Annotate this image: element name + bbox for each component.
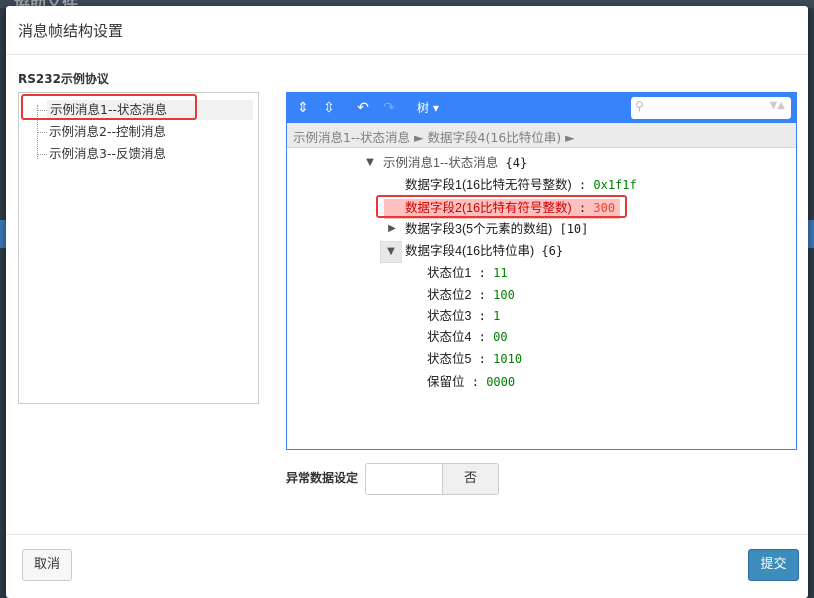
field-count: [10] (559, 222, 589, 236)
bit-key: 状态位3 (427, 309, 472, 323)
collapse-all-icon[interactable]: ⇳ (319, 98, 339, 118)
message-frame-modal: 消息帧结构设置 RS232示例协议 示例消息1--状态消息 示例消息2--控制消… (6, 6, 808, 598)
bit-key: 状态位1 (427, 266, 472, 280)
redo-icon[interactable]: ↷ (379, 98, 399, 118)
field-key: 数据字段4(16比特位串) (405, 244, 535, 258)
abnormal-toggle-button[interactable]: 否 (443, 464, 498, 494)
modal-header: 消息帧结构设置 (6, 6, 808, 55)
undo-icon[interactable]: ↶ (353, 98, 373, 118)
bit-sep: : (471, 288, 494, 302)
bit-key: 状态位5 (427, 352, 472, 366)
breadcrumb: 示例消息1--状态消息 ► 数据字段4(16比特位串) ► (287, 123, 796, 148)
modal-title: 消息帧结构设置 (18, 22, 124, 40)
background-nav-strip-right (808, 220, 814, 248)
expand-field-3-icon[interactable]: ▶ (383, 220, 401, 238)
bit-row-6[interactable]: 保留位 : 0000 (427, 372, 515, 392)
root-key: 示例消息1--状态消息 (383, 156, 499, 170)
bit-sep: : (471, 309, 494, 323)
field-row-1[interactable]: 数据字段1(16比特无符号整数) : 0x1f1f (405, 175, 637, 195)
message-tree-item-3[interactable]: 示例消息3--反馈消息 (49, 144, 166, 164)
bit-sep: : (464, 375, 487, 389)
collapse-root-icon[interactable]: ▼ (361, 154, 379, 172)
bit-value: 1010 (493, 352, 523, 366)
field-row-3[interactable]: 数据字段3(5个元素的数组) [10] (405, 219, 588, 239)
abnormal-data-label: 异常数据设定 (286, 471, 359, 485)
root-node[interactable]: 示例消息1--状态消息 {4} (383, 153, 527, 173)
bit-value: 100 (493, 288, 515, 302)
search-icon: ⚲ (635, 99, 644, 113)
bit-value: 0000 (486, 375, 516, 389)
search-nav-arrows-icon[interactable]: ▼▲ (770, 100, 785, 111)
tree-connector (37, 132, 47, 133)
bit-row-3[interactable]: 状态位3 : 1 (427, 306, 500, 326)
editor-toolbar: ⇕ ⇳ ↶ ↷ 树 ▾ ⚲ ▼▲ (287, 93, 796, 123)
bit-value: 1 (493, 309, 501, 323)
bit-row-2[interactable]: 状态位2 : 100 (427, 285, 515, 305)
root-count: {4} (505, 156, 528, 170)
field-row-4[interactable]: 数据字段4(16比特位串) {6} (405, 241, 563, 261)
field-sep: : (571, 178, 594, 192)
tree-connector (37, 154, 47, 155)
cancel-button[interactable]: 取消 (22, 549, 72, 581)
message-tree-item-2[interactable]: 示例消息2--控制消息 (49, 122, 166, 142)
abnormal-data-group: 否 (365, 463, 499, 495)
abnormal-data-input[interactable] (366, 464, 443, 494)
breadcrumb-path[interactable]: 示例消息1--状态消息 ► 数据字段4(16比特位串) ► (293, 127, 575, 146)
field-key: 数据字段1(16比特无符号整数) (405, 178, 572, 192)
bit-sep: : (471, 352, 494, 366)
mode-dropdown[interactable]: 树 ▾ (417, 99, 439, 116)
bit-sep: : (471, 330, 494, 344)
bit-row-1[interactable]: 状态位1 : 11 (427, 263, 508, 283)
annotation-highlight-box (376, 195, 627, 218)
bit-value: 11 (493, 266, 508, 280)
bit-key: 保留位 (427, 375, 465, 389)
field-count: {6} (541, 244, 564, 258)
expand-all-icon[interactable]: ⇕ (293, 98, 313, 118)
submit-button[interactable]: 提交 (748, 549, 799, 581)
bit-sep: : (471, 266, 494, 280)
bit-row-4[interactable]: 状态位4 : 00 (427, 327, 508, 347)
json-tree-editor: ⇕ ⇳ ↶ ↷ 树 ▾ ⚲ ▼▲ 示例消息1--状态消息 ► 数据字段4(16比… (286, 92, 797, 450)
protocol-title: RS232示例协议 (18, 72, 109, 86)
message-tree-panel: 示例消息1--状态消息 示例消息2--控制消息 示例消息3--反馈消息 (18, 92, 259, 404)
bit-key: 状态位4 (427, 330, 472, 344)
modal-footer-divider (6, 534, 808, 535)
search-input[interactable]: ⚲ ▼▲ (631, 97, 791, 119)
bit-key: 状态位2 (427, 288, 472, 302)
collapse-field-4-icon[interactable]: ▼ (380, 241, 402, 263)
field-value: 0x1f1f (593, 178, 637, 192)
annotation-highlight-box (21, 94, 197, 120)
bit-row-5[interactable]: 状态位5 : 1010 (427, 349, 522, 369)
field-key: 数据字段3(5个元素的数组) (405, 222, 553, 236)
bit-value: 00 (493, 330, 508, 344)
